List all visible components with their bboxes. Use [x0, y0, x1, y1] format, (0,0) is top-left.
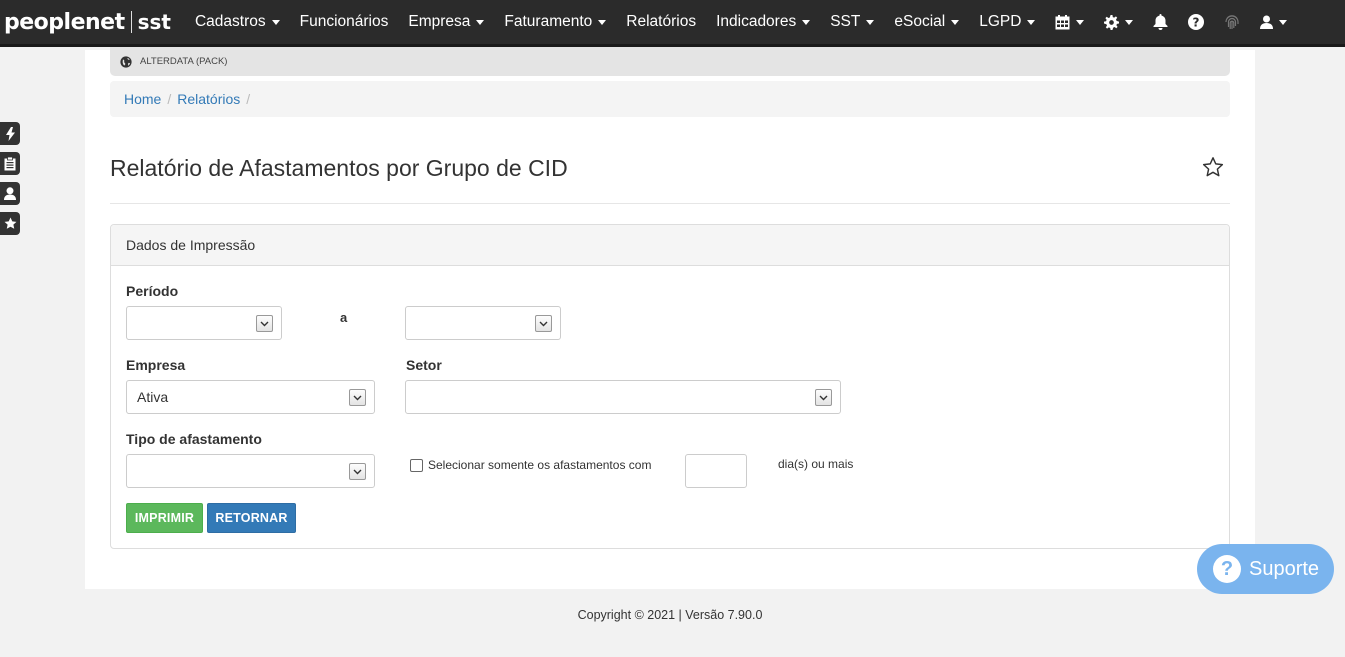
caret-down-icon [476, 19, 485, 25]
setor-select[interactable] [405, 380, 841, 414]
dropdown-arrow [815, 389, 832, 406]
bell-icon [1153, 14, 1168, 30]
notifications-button[interactable] [1143, 0, 1178, 46]
dropdown-arrow [349, 463, 366, 480]
clipboard-button[interactable] [0, 152, 20, 175]
user-icon [4, 187, 16, 200]
help-icon: ? [1188, 14, 1205, 30]
nav-label: Cadastros [194, 13, 266, 30]
title-divider [110, 203, 1230, 204]
caret-down-icon [1125, 19, 1134, 25]
nav-label: Indicadores [716, 13, 797, 30]
periodo-separator: a [340, 310, 348, 325]
nav-label: Faturamento [504, 13, 593, 30]
brand-logo[interactable]: peoplenet sst [0, 0, 185, 46]
print-button[interactable]: IMPRIMIR [126, 503, 203, 533]
caret-down-icon [866, 19, 875, 25]
tipo-afastamento-label: Tipo de afastamento [126, 431, 262, 447]
dropdown-arrow [535, 315, 552, 332]
footer-copyright: Copyright © 2021 | Versão 7.90.0 [577, 608, 763, 622]
calendar-menu[interactable] [1045, 0, 1094, 46]
nav-label: Funcionários [299, 13, 389, 30]
caret-down-icon [802, 19, 811, 25]
quick-actions-button[interactable] [0, 122, 20, 145]
settings-menu[interactable] [1094, 0, 1143, 46]
empresa-value: Ativa [137, 389, 169, 405]
panel-heading: Dados de Impressão [111, 225, 1229, 266]
nav-sst[interactable]: SST [820, 0, 884, 46]
somente-afastamentos-checkbox[interactable] [410, 459, 423, 472]
caret-down-icon [1076, 19, 1085, 25]
page-title: Relatório de Afastamentos por Grupo de C… [110, 155, 568, 181]
globe-icon [120, 55, 132, 68]
brand-divider [130, 11, 132, 33]
dropdown-arrow [256, 315, 273, 332]
chevron-down-icon [539, 321, 548, 326]
nav-esocial[interactable]: eSocial [884, 0, 969, 46]
company-info-bar: ALTERDATA (PACK) [110, 47, 1230, 76]
support-label: Suporte [1249, 557, 1320, 580]
chevron-down-icon [353, 395, 362, 400]
support-button[interactable]: ? Suporte [1197, 544, 1334, 594]
star-icon [4, 217, 16, 229]
caret-down-icon [598, 19, 607, 25]
nav-faturamento[interactable]: Faturamento [494, 0, 616, 46]
fingerprint-icon [1225, 14, 1240, 29]
empresa-select[interactable]: Ativa [126, 380, 375, 414]
nav-lgpd[interactable]: LGPD [969, 0, 1045, 46]
brand-suffix: sst [137, 10, 171, 34]
dias-suffix: dia(s) ou mais [778, 457, 854, 471]
company-name: ALTERDATA (PACK) [140, 56, 228, 67]
chevron-down-icon [353, 469, 362, 474]
breadcrumb-separator: / [167, 91, 172, 107]
chevron-down-icon [819, 395, 828, 400]
return-button[interactable]: RETORNAR [207, 503, 296, 533]
user-icon [1260, 15, 1274, 29]
caret-down-icon [951, 19, 960, 25]
top-navbar: peoplenet sst Cadastros Funcionários Emp… [0, 0, 1345, 47]
nav-label: eSocial [894, 13, 946, 30]
user-menu[interactable] [1250, 0, 1297, 46]
tipo-afastamento-select[interactable] [126, 454, 375, 488]
caret-down-icon [1279, 19, 1288, 25]
caret-down-icon [271, 19, 280, 25]
periodo-start-select[interactable] [126, 306, 282, 340]
dias-input[interactable] [685, 454, 747, 488]
svg-text:?: ? [1193, 16, 1200, 30]
favorite-toggle-button[interactable] [1202, 156, 1224, 183]
nav-funcionarios[interactable]: Funcionários [290, 0, 399, 46]
calendar-icon [1055, 14, 1070, 29]
help-icon: ? [1213, 555, 1241, 583]
breadcrumb-separator: / [246, 91, 251, 107]
periodo-label: Período [126, 283, 179, 299]
dropdown-arrow [349, 389, 366, 406]
nav-label: LGPD [979, 13, 1022, 30]
nav-label: Empresa [408, 13, 471, 30]
nav-indicadores[interactable]: Indicadores [706, 0, 820, 46]
checkbox-label: Selecionar somente os afastamentos com [428, 458, 652, 472]
clipboard-icon [4, 156, 16, 170]
caret-down-icon [1027, 19, 1036, 25]
nav-label: Relatórios [626, 13, 697, 30]
star-outline-icon [1202, 157, 1224, 177]
nav-label: SST [830, 13, 861, 30]
empresa-label: Empresa [126, 357, 186, 373]
help-button[interactable]: ? [1178, 0, 1214, 46]
nav-cadastros[interactable]: Cadastros [185, 0, 290, 46]
breadcrumb: Home / Relatórios / [110, 81, 1230, 117]
bolt-icon [5, 126, 15, 141]
nav-empresa[interactable]: Empresa [398, 0, 494, 46]
breadcrumb-home[interactable]: Home [124, 91, 161, 107]
print-data-panel: Dados de Impressão Período a Empresa Ati… [110, 224, 1230, 549]
biometry-button[interactable] [1214, 0, 1250, 46]
profile-button[interactable] [0, 182, 20, 205]
breadcrumb-relatorios[interactable]: Relatórios [177, 91, 240, 107]
periodo-end-select[interactable] [405, 306, 561, 340]
setor-label: Setor [406, 357, 442, 373]
nav-relatorios[interactable]: Relatórios [616, 0, 706, 46]
gear-icon [1104, 14, 1120, 30]
brand-name: peoplenet [4, 9, 125, 35]
favorites-button[interactable] [0, 212, 20, 235]
chevron-down-icon [260, 321, 269, 326]
